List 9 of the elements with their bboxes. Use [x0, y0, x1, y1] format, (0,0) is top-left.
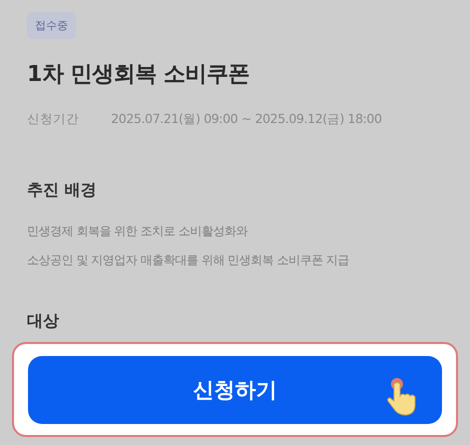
body-text: 민생경제 회복을 위한 조치로 소비활성화와 [27, 223, 249, 240]
apply-button[interactable]: 신청하기 [28, 356, 442, 424]
status-badge: 접수중 [27, 12, 76, 39]
section-heading: 대상 [27, 311, 59, 330]
period-label: 신청기간 [27, 111, 79, 128]
page-title: 1차 민생회복 소비쿠폰 [27, 61, 251, 89]
body-text: 소상공인 및 지영업자 매출확대를 위해 민생회복 소비쿠폰 지급 [27, 252, 350, 269]
section-heading: 추진 배경 [27, 180, 97, 199]
period-value: 2025.07.21(월) 09:00 ~ 2025.09.12(금) 18:00 [111, 111, 382, 128]
